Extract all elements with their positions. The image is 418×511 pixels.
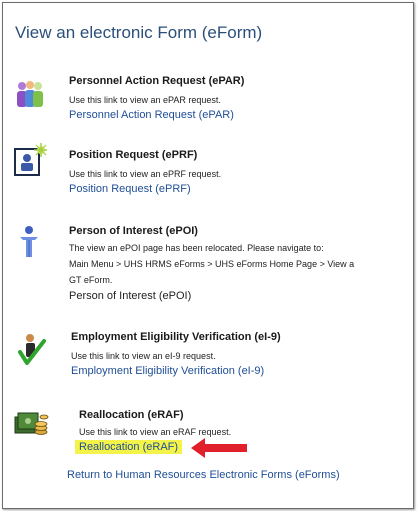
eprf-description: Use this link to view an ePRF request. [69, 169, 222, 179]
return-to-hr-eforms-link[interactable]: Return to Human Resources Electronic For… [67, 469, 340, 481]
eraf-heading: Reallocation (eRAF) [79, 409, 184, 421]
ei9-heading: Employment Eligibility Verification (eI-… [71, 331, 281, 343]
ei9-link[interactable]: Employment Eligibility Verification (eI-… [71, 365, 264, 377]
red-arrow-icon [189, 436, 251, 460]
epar-description: Use this link to view an ePAR request. [69, 95, 221, 105]
person-icon [17, 225, 41, 259]
page-title: View an electronic Form (eForm) [15, 23, 263, 42]
epar-link[interactable]: Personnel Action Request (ePAR) [69, 109, 234, 121]
person-checkmark-icon [17, 333, 47, 367]
eraf-link[interactable]: Reallocation (eRAF) [75, 440, 183, 454]
epoi-heading: Person of Interest (ePOI) [69, 225, 198, 237]
money-stack-icon [13, 407, 49, 439]
position-badge-icon [13, 143, 47, 177]
epoi-description-line-2: Main Menu > UHS HRMS eForms > UHS eForms… [69, 259, 355, 269]
epar-heading: Personnel Action Request (ePAR) [69, 75, 245, 87]
people-group-icon [15, 79, 45, 109]
eprf-link[interactable]: Position Request (ePRF) [69, 183, 191, 195]
epoi-description-line-1: The view an ePOI page has been relocated… [69, 243, 324, 253]
eprf-heading: Position Request (ePRF) [69, 149, 198, 161]
eform-panel: View an electronic Form (eForm) Personne… [2, 2, 414, 509]
epoi-label: Person of Interest (ePOI) [69, 290, 192, 302]
ei9-description: Use this link to view an eI-9 request. [71, 351, 216, 361]
epoi-description-line-3: GT eForm. [69, 275, 113, 285]
